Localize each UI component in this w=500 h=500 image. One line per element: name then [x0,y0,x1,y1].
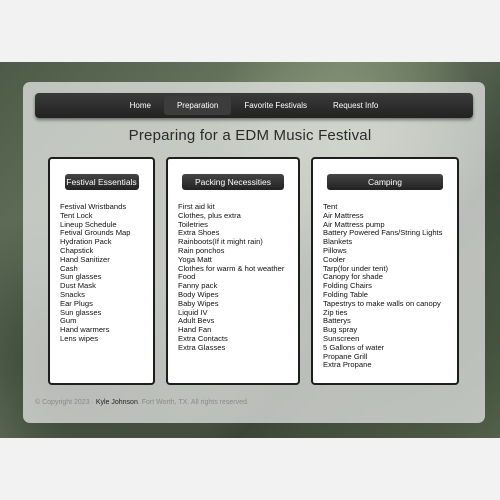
panel-title-packing-necessities: Packing Necessities [182,174,284,190]
panel-packing-necessities: Packing Necessities First aid kit Clothes… [166,157,300,385]
list-item: Clothes for warm & hot weather [178,263,285,273]
list-item: Extra Glasses [178,342,226,352]
list-item: Extra Propane [323,360,372,370]
footer-location: . Fort Worth, TX. All rights reserved. [137,399,249,406]
nav-home[interactable]: Home [117,96,164,115]
nav-favorite-festivals[interactable]: Favorite Festivals [231,96,320,115]
list-festival-essentials: Festival Wristbands Tent Lock Lineup Sched… [60,202,149,344]
list-camping: Tent Air Mattress Air Mattress pump Battery… [323,202,453,370]
panel-title-festival-essentials: Festival Essentials [64,174,139,190]
footer: © Copyright 2023 · Kyle Johnson. Fort Wo… [35,399,249,406]
footer-author-name: Kyle Johnson [95,399,138,406]
nav-request-info[interactable]: Request Info [320,96,391,115]
panel-title-camping: Camping [327,174,443,190]
nav-preparation[interactable]: Preparation [163,96,232,115]
panel-festival-essentials: Festival Essentials Festival Wristbands T… [48,157,155,385]
main-navbar: Home Preparation Favorite Festivals Requ… [35,93,473,118]
footer-copyright: © Copyright 2023 · [35,399,96,406]
panel-camping: Camping Tent Air Mattress Air Mattress pum… [311,157,459,385]
list-packing-necessities: First aid kit Clothes, plus extra Toiletri… [178,202,294,353]
list-item: Lens wipes [60,333,98,343]
page-title: Preparing for a EDM Music Festival [128,127,372,144]
